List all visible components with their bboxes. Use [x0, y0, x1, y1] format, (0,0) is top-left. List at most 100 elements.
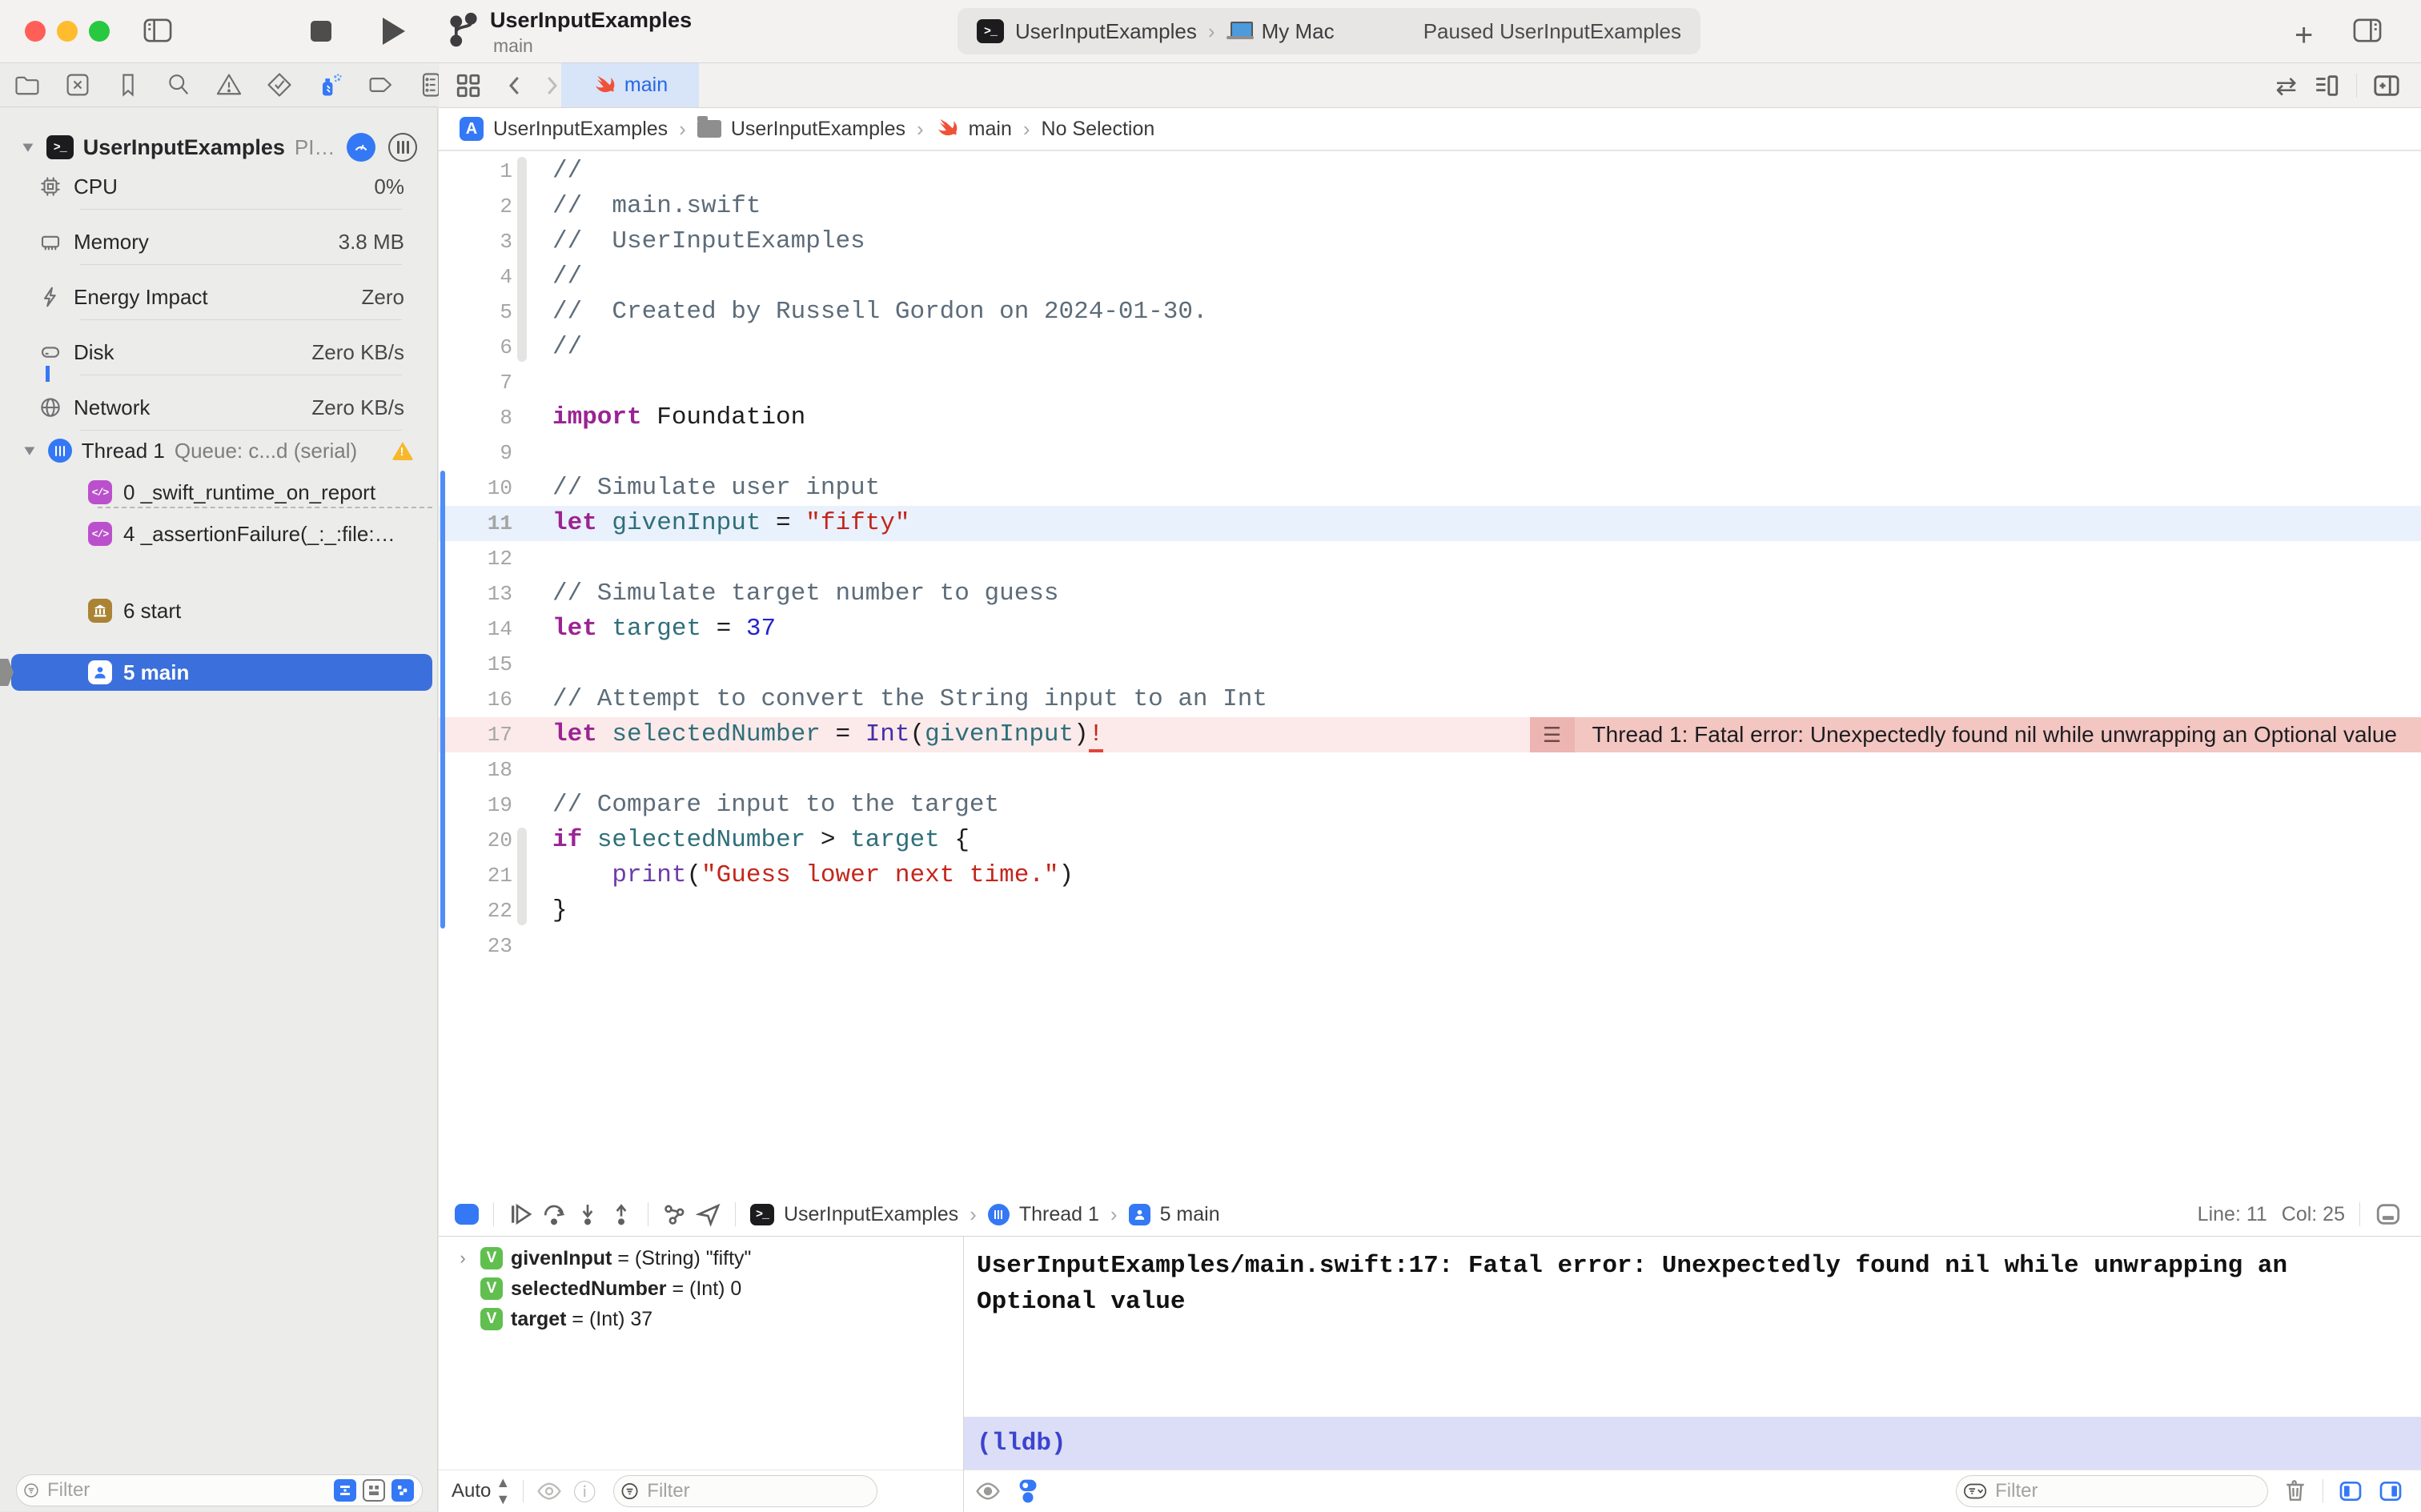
code-line-23[interactable]: 23 — [439, 928, 2421, 964]
line-number[interactable]: 16 — [439, 682, 512, 717]
breadcrumb-project[interactable]: UserInputExamples — [493, 118, 668, 141]
add-editor-icon[interactable] — [2373, 72, 2400, 99]
line-number[interactable]: 11 — [439, 506, 512, 541]
code-line-22[interactable]: 22} — [439, 893, 2421, 928]
console-filter-input[interactable] — [1993, 1479, 2259, 1503]
code-line-21[interactable]: 21 print("Guess lower next time.") — [439, 858, 2421, 893]
line-number[interactable]: 23 — [439, 928, 512, 964]
line-number[interactable]: 10 — [439, 471, 512, 506]
console-output-selector-icon[interactable] — [1015, 1478, 1041, 1505]
variables-filter-input[interactable] — [645, 1479, 869, 1503]
code-line-18[interactable]: 18 — [439, 752, 2421, 788]
quicklook-eye-icon[interactable] — [536, 1478, 562, 1504]
code-line-14[interactable]: 14let target = 37 — [439, 612, 2421, 647]
code-line-3[interactable]: 3// UserInputExamples — [439, 224, 2421, 259]
code-review-icon[interactable]: ⇄ — [2275, 70, 2297, 101]
stop-button[interactable] — [311, 21, 331, 42]
code-line-9[interactable]: 9 — [439, 435, 2421, 471]
comment-fold-ribbon[interactable] — [517, 157, 527, 362]
code-line-5[interactable]: 5// Created by Russell Gordon on 2024-01… — [439, 295, 2421, 330]
project-navigator-icon[interactable] — [13, 70, 42, 99]
filter-crashed-icon[interactable] — [391, 1479, 414, 1502]
breadcrumb-group[interactable]: UserInputExamples — [731, 118, 905, 141]
code-line-17[interactable]: 17let selectedNumber = Int(givenInput)!☰… — [439, 717, 2421, 752]
breakpoints-toggle-icon[interactable] — [450, 1198, 484, 1230]
line-number[interactable]: 6 — [439, 330, 512, 365]
line-number[interactable]: 22 — [439, 893, 512, 928]
debugbar-frame[interactable]: 5 main — [1160, 1203, 1220, 1226]
gauge-row-disk[interactable]: DiskZero KB/s — [0, 336, 438, 368]
run-button[interactable] — [383, 18, 405, 45]
performance-gauge-icon[interactable] — [347, 133, 375, 162]
code-line-19[interactable]: 19// Compare input to the target — [439, 788, 2421, 823]
navigator-filter-field[interactable] — [16, 1474, 423, 1506]
step-out-icon[interactable] — [604, 1198, 638, 1230]
memory-graph-icon[interactable] — [658, 1198, 692, 1230]
gauge-row-energy-impact[interactable]: Energy ImpactZero — [0, 281, 438, 313]
tests-navigator-icon[interactable] — [265, 70, 294, 99]
simulate-location-icon[interactable] — [692, 1198, 725, 1230]
gauge-row-network[interactable]: NetworkZero KB/s — [0, 391, 438, 423]
variables-filter-field[interactable] — [613, 1475, 877, 1507]
code-line-20[interactable]: 20if selectedNumber > target { — [439, 823, 2421, 858]
chevron-down-icon[interactable]: ▼ — [21, 443, 38, 459]
stack-frame-row[interactable]: </>4 _assertionFailure(_:_:file:… — [0, 518, 438, 550]
code-line-2[interactable]: 2// main.swift — [439, 189, 2421, 224]
line-number[interactable]: 1 — [439, 154, 512, 189]
disclosure-chevron-icon[interactable]: › — [453, 1248, 472, 1269]
thread-row[interactable]: ▼ Thread 1 Queue: c...d (serial) — [0, 435, 438, 467]
line-number[interactable]: 7 — [439, 365, 512, 400]
line-number[interactable]: 18 — [439, 752, 512, 788]
library-plus-icon[interactable]: + — [2295, 18, 2313, 54]
toggle-inspector-icon[interactable] — [2352, 16, 2383, 49]
variables-scope-popup[interactable]: Auto — [452, 1480, 491, 1502]
line-number[interactable]: 12 — [439, 541, 512, 576]
code-line-7[interactable]: 7 — [439, 365, 2421, 400]
show-console-view-icon[interactable] — [2378, 1478, 2403, 1504]
line-number[interactable]: 14 — [439, 612, 512, 647]
line-number[interactable]: 3 — [439, 224, 512, 259]
line-number[interactable]: 8 — [439, 400, 512, 435]
stack-frame-row[interactable]: 6 start — [0, 595, 438, 627]
tab-main[interactable]: main — [561, 63, 699, 107]
line-number[interactable]: 4 — [439, 259, 512, 295]
changes-navigator-icon[interactable] — [63, 70, 92, 99]
code-line-15[interactable]: 15 — [439, 647, 2421, 682]
debugbar-thread[interactable]: Thread 1 — [1019, 1203, 1099, 1226]
zoom-window-button[interactable] — [89, 21, 110, 42]
gauge-row-cpu[interactable]: CPU0% — [0, 170, 438, 203]
breadcrumb-file[interactable]: main — [969, 118, 1012, 141]
bookmarks-navigator-icon[interactable] — [114, 70, 143, 99]
code-line-4[interactable]: 4// — [439, 259, 2421, 295]
stack-frame-row[interactable]: </>0 _swift_runtime_on_report — [0, 476, 438, 508]
related-items-icon[interactable] — [455, 72, 482, 99]
code-line-12[interactable]: 12 — [439, 541, 2421, 576]
source-editor[interactable]: 1//2// main.swift3// UserInputExamples4/… — [439, 151, 2421, 1193]
variable-row[interactable]: VselectedNumber = (Int) 0 — [439, 1273, 963, 1304]
error-disclosure-icon[interactable]: ☰ — [1530, 717, 1575, 752]
navigator-filter-input[interactable] — [46, 1478, 327, 1502]
code-line-13[interactable]: 13// Simulate target number to guess — [439, 576, 2421, 612]
hide-debug-area-icon[interactable] — [2375, 1201, 2402, 1228]
continue-execution-icon[interactable] — [504, 1198, 537, 1230]
debug-navigator-icon[interactable] — [315, 70, 344, 99]
code-line-10[interactable]: 10// Simulate user input — [439, 471, 2421, 506]
line-number[interactable]: 15 — [439, 647, 512, 682]
chevron-down-icon[interactable]: ▼ — [19, 139, 37, 156]
show-variables-view-icon[interactable] — [2338, 1478, 2363, 1504]
code-line-1[interactable]: 1// — [439, 154, 2421, 189]
variable-row[interactable]: ›VgivenInput = (String) "fifty" — [439, 1243, 963, 1273]
code-line-16[interactable]: 16// Attempt to convert the String input… — [439, 682, 2421, 717]
breakpoints-navigator-icon[interactable] — [366, 70, 395, 99]
console-filter-field[interactable] — [1956, 1475, 2268, 1507]
scheme-name[interactable]: UserInputExamples — [1015, 19, 1197, 44]
find-navigator-icon[interactable] — [164, 70, 193, 99]
line-number[interactable]: 19 — [439, 788, 512, 823]
gauge-row-memory[interactable]: Memory3.8 MB — [0, 226, 438, 258]
destination-name[interactable]: My Mac — [1262, 19, 1335, 44]
line-number[interactable]: 5 — [439, 295, 512, 330]
adjust-editor-icon[interactable] — [2313, 72, 2340, 99]
line-number[interactable]: 20 — [439, 823, 512, 858]
issues-navigator-icon[interactable] — [215, 70, 243, 99]
code-line-8[interactable]: 8import Foundation — [439, 400, 2421, 435]
